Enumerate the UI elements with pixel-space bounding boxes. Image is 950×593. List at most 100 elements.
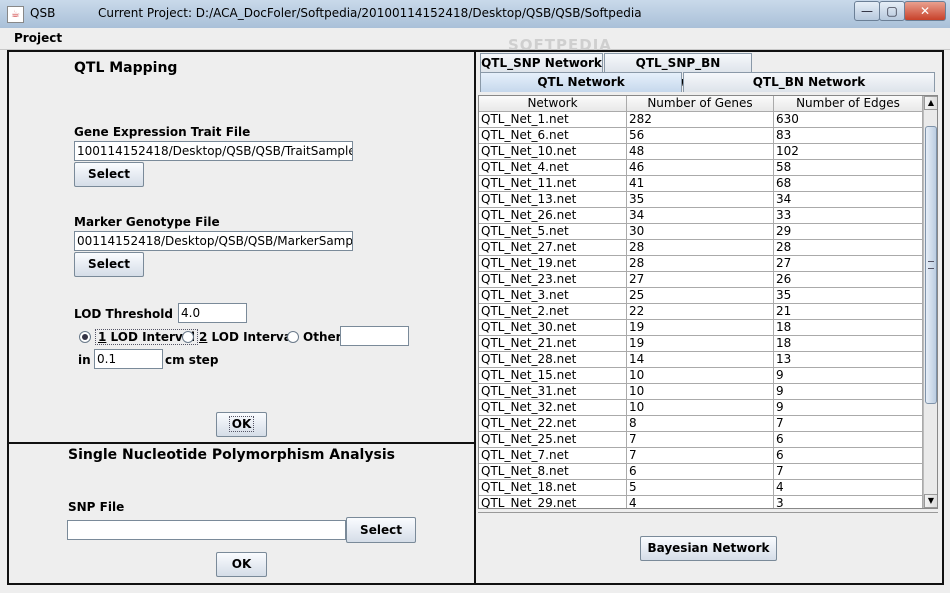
bayesian-network-button[interactable]: Bayesian Network	[640, 536, 777, 561]
cell-edges: 26	[774, 272, 923, 288]
qtl-mapping-panel: QTL Mapping Gene Expression Trait File 1…	[7, 50, 476, 444]
cell-edges: 28	[774, 240, 923, 256]
gene-expression-file-field[interactable]: 100114152418/Desktop/QSB/QSB/TraitSample…	[74, 141, 353, 161]
grip-icon	[928, 261, 934, 269]
cell-edges: 18	[774, 336, 923, 352]
java-app-icon: ☕	[7, 6, 24, 23]
table-row[interactable]: QTL_Net_15.net 10 9	[479, 368, 923, 384]
snp-select-button[interactable]: Select	[346, 517, 416, 543]
cell-edges: 35	[774, 288, 923, 304]
table-row[interactable]: QTL_Net_3.net 25 35	[479, 288, 923, 304]
column-header-edges[interactable]: Number of Edges	[774, 96, 923, 112]
snp-ok-button[interactable]: OK	[216, 552, 267, 577]
table-row[interactable]: QTL_Net_25.net 7 6	[479, 432, 923, 448]
table-row[interactable]: QTL_Net_7.net 7 6	[479, 448, 923, 464]
cell-edges: 18	[774, 320, 923, 336]
cell-genes: 34	[627, 208, 774, 224]
cell-genes: 22	[627, 304, 774, 320]
cell-genes: 27	[627, 272, 774, 288]
cm-step-input[interactable]: 0.1	[94, 349, 163, 369]
cell-network: QTL_Net_30.net	[479, 320, 627, 336]
cell-network: QTL_Net_10.net	[479, 144, 627, 160]
cell-genes: 46	[627, 160, 774, 176]
table-row[interactable]: QTL_Net_32.net 10 9	[479, 400, 923, 416]
cell-genes: 35	[627, 192, 774, 208]
cell-edges: 9	[774, 384, 923, 400]
cell-network: QTL_Net_5.net	[479, 224, 627, 240]
qtl-ok-button[interactable]: OK	[216, 412, 267, 437]
cell-edges: 68	[774, 176, 923, 192]
menu-project[interactable]: Project	[14, 31, 62, 45]
tab-qtl-snp-bn-network[interactable]: QTL_SNP_BN Network	[604, 53, 752, 89]
other-interval-input[interactable]	[340, 326, 409, 346]
table-row[interactable]: QTL_Net_23.net 27 26	[479, 272, 923, 288]
lod-threshold-label: LOD Threshold	[74, 307, 173, 321]
cell-network: QTL_Net_2.net	[479, 304, 627, 320]
table-row[interactable]: QTL_Net_19.net 28 27	[479, 256, 923, 272]
table-row[interactable]: QTL_Net_13.net 35 34	[479, 192, 923, 208]
cell-edges: 9	[774, 400, 923, 416]
table-row[interactable]: QTL_Net_10.net 48 102	[479, 144, 923, 160]
snp-heading: Single Nucleotide Polymorphism Analysis	[68, 447, 395, 463]
network-table: Network Number of Genes Number of Edges …	[478, 95, 938, 509]
table-row[interactable]: QTL_Net_21.net 19 18	[479, 336, 923, 352]
table-row[interactable]: QTL_Net_8.net 6 7	[479, 464, 923, 480]
cell-network: QTL_Net_21.net	[479, 336, 627, 352]
tab-qtl-bn-network[interactable]: QTL_BN Network	[683, 72, 935, 92]
cell-network: QTL_Net_29.net	[479, 496, 627, 508]
snp-file-field[interactable]	[67, 520, 346, 540]
table-row[interactable]: QTL_Net_28.net 14 13	[479, 352, 923, 368]
column-header-network[interactable]: Network	[479, 96, 627, 112]
table-row[interactable]: QTL_Net_4.net 46 58	[479, 160, 923, 176]
maximize-button[interactable]: ▢	[879, 1, 905, 21]
table-scrollbar[interactable]: ▲ ▼	[923, 96, 937, 508]
table-row[interactable]: QTL_Net_5.net 30 29	[479, 224, 923, 240]
cell-edges: 58	[774, 160, 923, 176]
cell-edges: 21	[774, 304, 923, 320]
cell-edges: 29	[774, 224, 923, 240]
radio-2-lod-interval[interactable]	[182, 331, 194, 343]
project-title: Current Project: D:/ACA_DocFoler/Softped…	[98, 6, 642, 20]
table-row[interactable]: QTL_Net_29.net 4 3	[479, 496, 923, 508]
scroll-up-arrow-icon[interactable]: ▲	[924, 96, 937, 110]
close-button[interactable]: ✕	[904, 1, 946, 21]
cell-edges: 33	[774, 208, 923, 224]
minimize-button[interactable]: —	[854, 1, 880, 21]
cell-genes: 10	[627, 368, 774, 384]
cell-genes: 25	[627, 288, 774, 304]
cell-network: QTL_Net_32.net	[479, 400, 627, 416]
app-title: QSB	[30, 6, 56, 20]
divider	[478, 512, 938, 513]
tab-qtl-snp-network[interactable]: QTL_SNP Network	[480, 53, 603, 73]
table-row[interactable]: QTL_Net_6.net 56 83	[479, 128, 923, 144]
cell-edges: 34	[774, 192, 923, 208]
table-row[interactable]: QTL_Net_26.net 34 33	[479, 208, 923, 224]
table-row[interactable]: QTL_Net_18.net 5 4	[479, 480, 923, 496]
marker-select-button[interactable]: Select	[74, 252, 144, 277]
scroll-thumb[interactable]	[925, 126, 937, 404]
table-row[interactable]: QTL_Net_11.net 41 68	[479, 176, 923, 192]
cell-genes: 30	[627, 224, 774, 240]
table-row[interactable]: QTL_Net_22.net 8 7	[479, 416, 923, 432]
cell-network: QTL_Net_13.net	[479, 192, 627, 208]
lod-threshold-input[interactable]: 4.0	[178, 303, 247, 323]
cell-genes: 7	[627, 448, 774, 464]
snp-file-label: SNP File	[68, 500, 125, 514]
cell-network: QTL_Net_31.net	[479, 384, 627, 400]
table-row[interactable]: QTL_Net_27.net 28 28	[479, 240, 923, 256]
cell-network: QTL_Net_23.net	[479, 272, 627, 288]
radio-1-lod-interval[interactable]	[79, 331, 91, 343]
table-row[interactable]: QTL_Net_1.net 282 630	[479, 112, 923, 128]
table-row[interactable]: QTL_Net_31.net 10 9	[479, 384, 923, 400]
table-row[interactable]: QTL_Net_2.net 22 21	[479, 304, 923, 320]
snp-panel: Single Nucleotide Polymorphism Analysis …	[7, 442, 476, 585]
table-row[interactable]: QTL_Net_30.net 19 18	[479, 320, 923, 336]
column-header-genes[interactable]: Number of Genes	[627, 96, 774, 112]
cell-network: QTL_Net_6.net	[479, 128, 627, 144]
cell-network: QTL_Net_11.net	[479, 176, 627, 192]
gene-select-button[interactable]: Select	[74, 162, 144, 187]
tab-qtl-network[interactable]: QTL Network	[480, 72, 682, 92]
scroll-down-arrow-icon[interactable]: ▼	[924, 494, 937, 508]
marker-genotype-file-field[interactable]: 00114152418/Desktop/QSB/QSB/MarkerSample…	[74, 231, 353, 251]
radio-other[interactable]	[287, 331, 299, 343]
